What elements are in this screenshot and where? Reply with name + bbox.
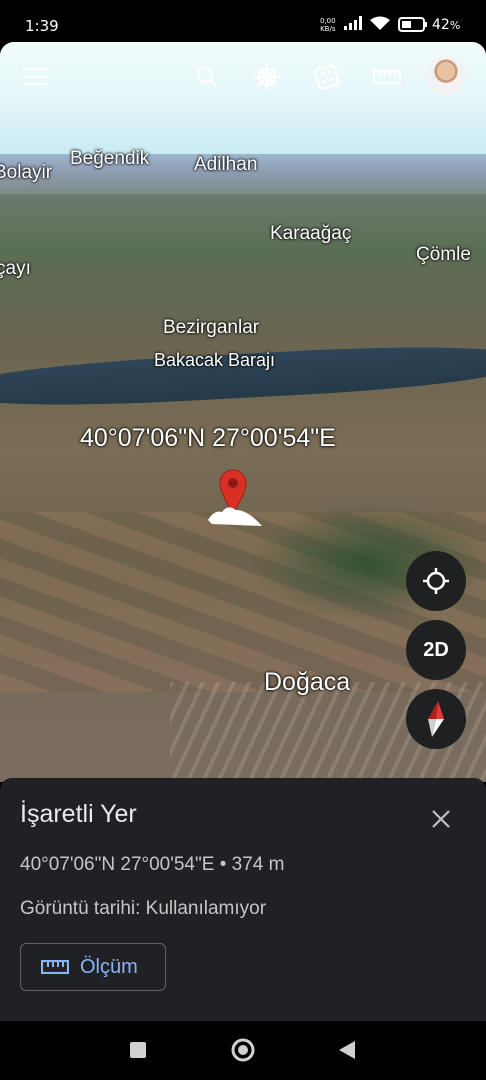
- net-speed-unit: KB/s: [320, 25, 336, 33]
- net-speed: 0,00 KB/s: [320, 17, 336, 33]
- measure-tool-button[interactable]: [370, 60, 404, 94]
- close-icon[interactable]: [428, 806, 454, 832]
- recent-apps-icon[interactable]: [129, 1041, 147, 1059]
- battery-value: 42: [432, 17, 450, 33]
- map-label-comle[interactable]: Çömle: [416, 244, 471, 266]
- ruler-icon: [41, 960, 69, 974]
- ruler-icon: [373, 69, 401, 85]
- compass-icon: [428, 701, 444, 737]
- place-title: İşaretli Yer: [20, 800, 137, 828]
- avatar[interactable]: [426, 56, 466, 96]
- map-coordinate-label: 40°07'06"N 27°00'54"E: [80, 424, 336, 452]
- map-label-bakacak[interactable]: Bakacak Barajı: [154, 350, 275, 371]
- battery-unit: %: [449, 19, 461, 32]
- terrain-highlight: [208, 507, 262, 526]
- map-label-begendik[interactable]: Beğendik: [70, 148, 149, 170]
- imagery-date: Görüntü tarihi: Kullanılamıyor: [20, 898, 267, 919]
- status-time: 1:39: [25, 17, 59, 35]
- status-bar: 1:39 0,00 KB/s 42%: [0, 0, 486, 48]
- search-icon: [196, 66, 218, 88]
- signal-icon: [344, 16, 362, 30]
- measure-button-label: Ölçüm: [80, 956, 138, 978]
- menu-button[interactable]: [18, 60, 52, 94]
- voyager-wheel-icon: [254, 64, 280, 90]
- my-location-icon: [423, 568, 449, 594]
- net-speed-value: 0,00: [320, 17, 336, 25]
- map-label-dogaca[interactable]: Doğaca: [264, 668, 350, 697]
- map-label-bolayir[interactable]: Bolayir: [0, 162, 52, 184]
- map-label-adilhan[interactable]: Adilhan: [194, 154, 257, 176]
- back-icon[interactable]: [338, 1040, 356, 1060]
- home-icon[interactable]: [230, 1037, 256, 1063]
- earth-map-view[interactable]: Bolayir Beğendik Adilhan Karaağaç Çömle …: [0, 42, 486, 782]
- search-button[interactable]: [190, 60, 224, 94]
- map-label-bezirganlar[interactable]: Bezirganlar: [163, 317, 259, 339]
- voyager-button[interactable]: [250, 60, 284, 94]
- random-dice-icon: [314, 64, 340, 90]
- top-toolbar: [0, 48, 486, 104]
- measure-button[interactable]: Ölçüm: [20, 943, 166, 991]
- battery-icon: [398, 17, 427, 32]
- menu-icon: [23, 68, 47, 86]
- system-nav-bar: [0, 1021, 486, 1080]
- my-location-button[interactable]: [406, 551, 466, 611]
- wifi-icon: [370, 16, 390, 30]
- compass-button[interactable]: [406, 689, 466, 749]
- place-coordinates: 40°07'06"N 27°00'54"E • 374 m: [20, 854, 285, 875]
- place-info-sheet: İşaretli Yer 40°07'06"N 27°00'54"E • 374…: [0, 778, 486, 1021]
- map-label-karaagac[interactable]: Karaağaç: [270, 223, 351, 245]
- random-place-button[interactable]: [310, 60, 344, 94]
- map-label-cayi[interactable]: çayı: [0, 258, 31, 280]
- 2d-toggle-button[interactable]: 2D: [406, 620, 466, 680]
- battery-percent: 42%: [432, 17, 460, 33]
